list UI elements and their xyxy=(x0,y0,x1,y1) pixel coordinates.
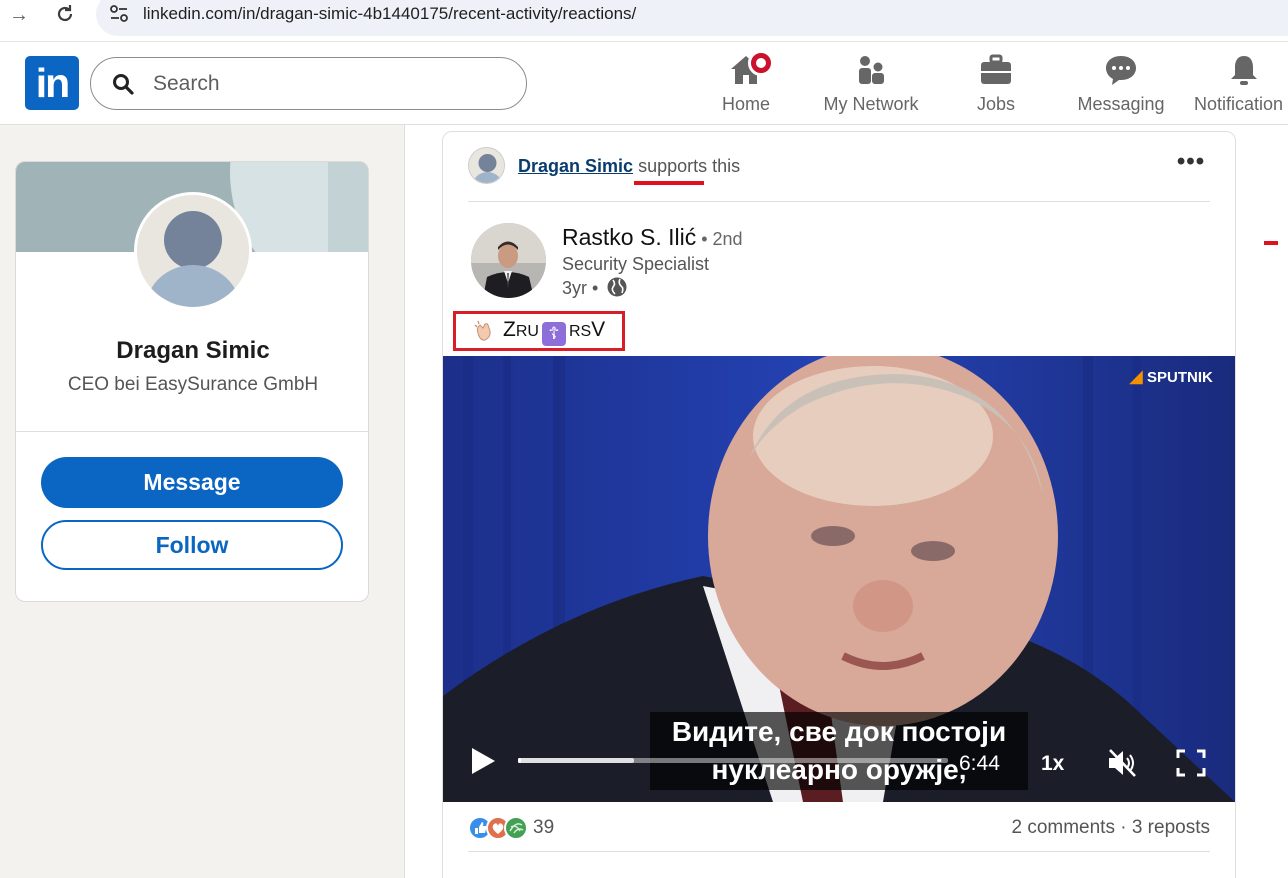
post-text-v: V xyxy=(591,318,606,341)
progress-buffered xyxy=(518,758,635,763)
linkedin-header: in Home My Network Jobs xyxy=(0,42,1288,125)
playback-speed-button[interactable]: 1x xyxy=(1041,752,1064,776)
post-text-rs: RS xyxy=(568,323,592,340)
clapping-hands-icon xyxy=(474,320,491,341)
search-input[interactable] xyxy=(153,70,493,98)
nav-home[interactable]: Home xyxy=(706,50,786,118)
more-options-button[interactable]: ••• xyxy=(1170,150,1212,180)
author-name[interactable]: Rastko S. Ilić • 2nd xyxy=(562,224,743,251)
subtitle-line: Видите, све док постоји xyxy=(671,716,1007,747)
author-avatar[interactable] xyxy=(471,223,546,298)
url-text[interactable]: linkedin.com/in/dragan-simic-4b1440175/r… xyxy=(143,4,636,24)
progress-played xyxy=(518,758,521,763)
nav-notifications[interactable]: Notification xyxy=(1192,50,1288,118)
reload-icon[interactable] xyxy=(52,2,78,26)
connection-degree: • 2nd xyxy=(696,229,743,249)
post-text-ru: RU xyxy=(515,323,539,340)
nav-notifications-label: Notification xyxy=(1194,94,1284,114)
post-time: 3yr • xyxy=(562,278,599,298)
actor-verb: supports xyxy=(638,156,708,176)
notification-badge xyxy=(748,50,774,76)
nav-my-network[interactable]: My Network xyxy=(811,50,931,118)
sputnik-logo: ◢ SPUTNIK xyxy=(1129,366,1213,386)
orthodox-cross-icon: ☦ xyxy=(541,322,566,346)
fullscreen-icon[interactable] xyxy=(1176,749,1206,777)
video-time: 6:44 xyxy=(959,752,1000,775)
nav-my-network-label: My Network xyxy=(823,94,919,114)
network-icon xyxy=(859,56,884,84)
avatar[interactable] xyxy=(134,192,252,310)
messaging-icon xyxy=(1106,56,1136,85)
actor-avatar[interactable] xyxy=(468,147,505,184)
author-photo xyxy=(471,223,546,298)
profile-name[interactable]: Dragan Simic xyxy=(16,337,368,365)
forward-arrow-icon[interactable]: → xyxy=(6,4,32,26)
banner-shape xyxy=(328,162,368,252)
play-icon[interactable] xyxy=(469,746,497,776)
divider xyxy=(468,201,1210,202)
annotation-mark xyxy=(1264,241,1278,245)
nav-home-label: Home xyxy=(721,94,770,114)
bell-icon xyxy=(1231,56,1257,85)
site-settings-icon[interactable] xyxy=(108,3,130,25)
reaction-count[interactable]: 39 xyxy=(533,817,554,839)
brand-text: SPUTNIK xyxy=(1147,369,1213,386)
actor-name-link[interactable]: Dragan Simic xyxy=(518,156,633,176)
browser-toolbar: → linkedin.com/in/dragan-simic-4b1440175… xyxy=(0,0,1288,42)
nav-jobs-label: Jobs xyxy=(976,94,1016,114)
actor-suffix: this xyxy=(707,156,741,176)
reaction-icons[interactable] xyxy=(468,815,530,841)
comments-reposts-count[interactable]: 2 comments · 3 reposts xyxy=(1011,817,1210,839)
author-title: Security Specialist xyxy=(562,254,710,274)
author-name-text[interactable]: Rastko S. Ilić xyxy=(562,224,696,250)
muted-volume-icon[interactable] xyxy=(1105,746,1139,780)
profile-headline: CEO bei EasySurance GmbH xyxy=(67,374,319,395)
briefcase-icon xyxy=(981,54,1011,84)
divider xyxy=(16,431,368,432)
post-context-line: Dragan Simic supports this xyxy=(518,156,740,177)
globe-icon xyxy=(607,277,627,297)
follow-button[interactable]: Follow xyxy=(41,520,343,570)
search-box[interactable] xyxy=(90,57,527,110)
divider xyxy=(468,851,1210,852)
default-avatar-icon xyxy=(137,195,249,307)
profile-card: Dragan Simic CEO bei EasySurance GmbH Me… xyxy=(15,161,369,602)
search-icon xyxy=(113,74,134,95)
nav-messaging[interactable]: Messaging xyxy=(1070,50,1172,118)
nav-jobs[interactable]: Jobs xyxy=(956,50,1036,118)
message-button[interactable]: Message xyxy=(41,457,343,508)
video-player[interactable]: ◢ SPUTNIK Видите, све док постоји нуклеа… xyxy=(443,356,1235,802)
nav-messaging-label: Messaging xyxy=(1077,94,1165,114)
linkedin-logo[interactable]: in xyxy=(25,56,79,110)
annotation-underline xyxy=(634,181,704,185)
post-text: ZRU ☦ RSV xyxy=(503,318,605,346)
post-text-z: Z xyxy=(503,318,516,341)
